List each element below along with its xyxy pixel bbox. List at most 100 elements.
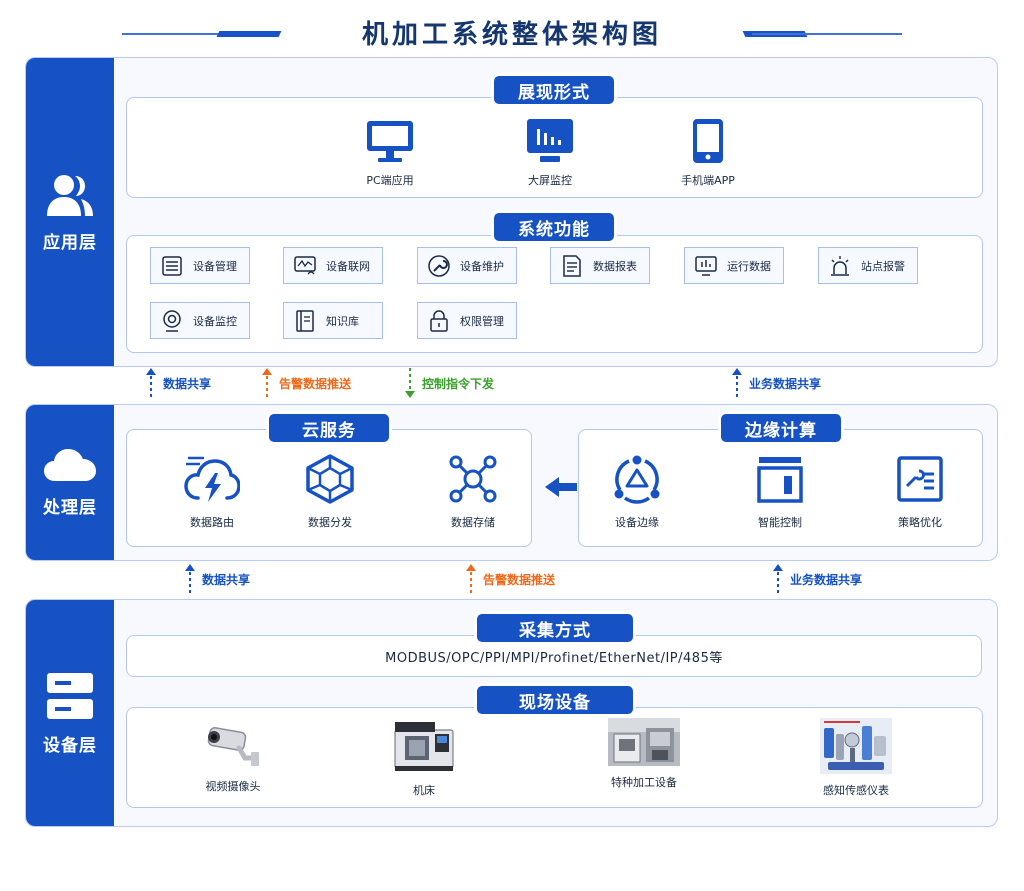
list-icon [162, 255, 182, 276]
function-device-networking[interactable]: 设备联网 [283, 247, 383, 284]
function-label: 权限管理 [460, 314, 504, 328]
flow-data-share-upper: 数据共享 [145, 368, 211, 398]
chart-monitor-icon [695, 255, 717, 276]
device-machine-tool[interactable]: 机床 [359, 718, 489, 798]
server-icon [47, 672, 93, 719]
function-device-management[interactable]: 设备管理 [150, 247, 250, 284]
flow-business-share-lower: 业务数据共享 [772, 564, 862, 594]
display-item-big-screen[interactable]: 大屏监控 [500, 118, 600, 188]
flow-alarm-push-upper: 告警数据推送 [261, 368, 352, 398]
edge-device-icon [614, 455, 660, 504]
special-processing-image [608, 718, 680, 766]
function-label: 设备联网 [326, 259, 370, 273]
network-icon [294, 255, 316, 274]
arrow-up-icon [732, 368, 742, 398]
cloud-item-data-distribution[interactable]: 数据分发 [275, 454, 385, 530]
function-knowledge-base[interactable]: 知识库 [283, 302, 383, 339]
application-layer-sidebar: 应用层 [26, 58, 114, 366]
edge-item-device-edge[interactable]: 设备边缘 [582, 454, 692, 530]
function-label: 知识库 [326, 314, 359, 328]
display-item-label: PC端应用 [366, 174, 414, 187]
field-device-label: 机床 [413, 784, 435, 797]
device-camera[interactable]: 视频摄像头 [168, 722, 298, 794]
display-panel: PC端应用 大屏监控 手机端APP [126, 97, 983, 198]
title-decoration-left [122, 31, 282, 39]
webcam-icon [163, 309, 181, 332]
edge-item-label: 智能控制 [758, 516, 802, 529]
sensors-instruments-image [820, 718, 892, 774]
device-layer: 设备层 MODBUS/OPC/PPI/MPI/Profinet/EtherNet… [25, 599, 998, 827]
lock-icon [430, 309, 448, 332]
nodes-icon [449, 455, 497, 503]
device-layer-label: 设备层 [43, 735, 97, 756]
function-label: 数据报表 [593, 259, 637, 273]
processing-layer-label: 处理层 [43, 498, 97, 518]
cloud-service-panel: 数据路由 数据分发 数据存储 [126, 429, 532, 547]
flow-business-share-upper: 业务数据共享 [731, 368, 821, 398]
smart-control-icon [757, 457, 803, 503]
function-label: 站点报警 [861, 259, 905, 273]
function-label: 运行数据 [727, 259, 771, 273]
function-label: 设备管理 [193, 259, 237, 273]
cloud-item-label: 数据存储 [451, 516, 495, 529]
display-item-label: 手机端APP [681, 174, 735, 187]
field-device-label: 感知传感仪表 [823, 784, 889, 797]
flow-label: 数据共享 [202, 572, 251, 587]
application-layer-label: 应用层 [43, 232, 97, 253]
cloud-item-label: 数据分发 [308, 516, 352, 529]
device-special-processing[interactable]: 特种加工设备 [579, 718, 709, 790]
camera-image [207, 727, 259, 766]
function-device-monitoring[interactable]: 设备监控 [150, 302, 250, 339]
monitor-icon [367, 121, 413, 162]
arrow-left-icon [545, 477, 577, 497]
cloud-item-label: 数据路由 [190, 516, 234, 529]
function-data-report[interactable]: 数据报表 [550, 247, 650, 284]
cloud-item-data-storage[interactable]: 数据存储 [418, 454, 528, 530]
edge-computing-panel: 设备边缘 智能控制 策略优化 [578, 429, 983, 547]
display-item-pc[interactable]: PC端应用 [340, 120, 440, 188]
edge-computing-title: 边缘计算 [721, 414, 841, 442]
field-devices-title: 现场设备 [477, 686, 633, 714]
flow-label: 告警数据推送 [279, 376, 352, 391]
function-site-alarm[interactable]: 站点报警 [818, 247, 918, 284]
field-devices-panel: 视频摄像头 机床 特种加工设备 感知传感仪表 [126, 707, 983, 808]
flow-label: 告警数据推送 [483, 572, 556, 587]
processing-layer-sidebar: 处理层 [26, 405, 114, 560]
cloud-icon [44, 449, 96, 481]
title-decoration-right [742, 31, 902, 39]
cloud-bolt-icon [184, 456, 240, 502]
functions-panel: 设备管理 设备联网 设备维护 数据报表 运行数据 站点报警 设备监控 知识库 权… [126, 235, 983, 353]
edge-item-label: 策略优化 [898, 516, 942, 529]
users-icon [47, 174, 93, 216]
edge-item-smart-control[interactable]: 智能控制 [725, 454, 835, 530]
device-layer-sidebar: 设备层 [26, 600, 114, 826]
field-device-label: 视频摄像头 [205, 780, 261, 793]
arrow-down-icon [405, 368, 415, 398]
arrow-up-icon [185, 564, 195, 594]
book-icon [296, 309, 314, 332]
phone-icon [693, 119, 723, 163]
display-item-label: 大屏监控 [528, 174, 572, 187]
application-layer: 应用层 PC端应用 大屏监控 手机端APP 展现形式 设备管理 设备联网 设备维… [25, 57, 998, 367]
flow-label: 控制指令下发 [422, 376, 495, 391]
display-item-phone[interactable]: 手机端APP [658, 118, 758, 188]
field-device-label: 特种加工设备 [611, 776, 677, 789]
function-label: 设备监控 [193, 314, 237, 328]
collection-method-title: 采集方式 [477, 614, 633, 642]
arrow-up-icon [262, 368, 272, 398]
device-sensors-instruments[interactable]: 感知传感仪表 [791, 718, 921, 798]
cloud-item-data-routing[interactable]: 数据路由 [157, 454, 267, 530]
arrow-up-icon [466, 564, 476, 594]
hexagon-network-icon [306, 454, 354, 504]
edge-item-strategy-optimization[interactable]: 策略优化 [865, 454, 975, 530]
function-device-maintenance[interactable]: 设备维护 [417, 247, 517, 284]
alarm-light-icon [831, 255, 849, 276]
edge-item-label: 设备边缘 [615, 516, 659, 529]
big-screen-icon [527, 119, 573, 162]
function-running-data[interactable]: 运行数据 [684, 247, 784, 284]
function-permission-management[interactable]: 权限管理 [417, 302, 517, 339]
flow-alarm-push-lower: 告警数据推送 [465, 564, 556, 594]
processing-layer: 处理层 数据路由 数据分发 数据存储 云服务 设备边缘 智能控制 策略优化 边缘… [25, 404, 998, 561]
arrow-up-icon [773, 564, 783, 594]
wrench-icon [428, 254, 450, 277]
